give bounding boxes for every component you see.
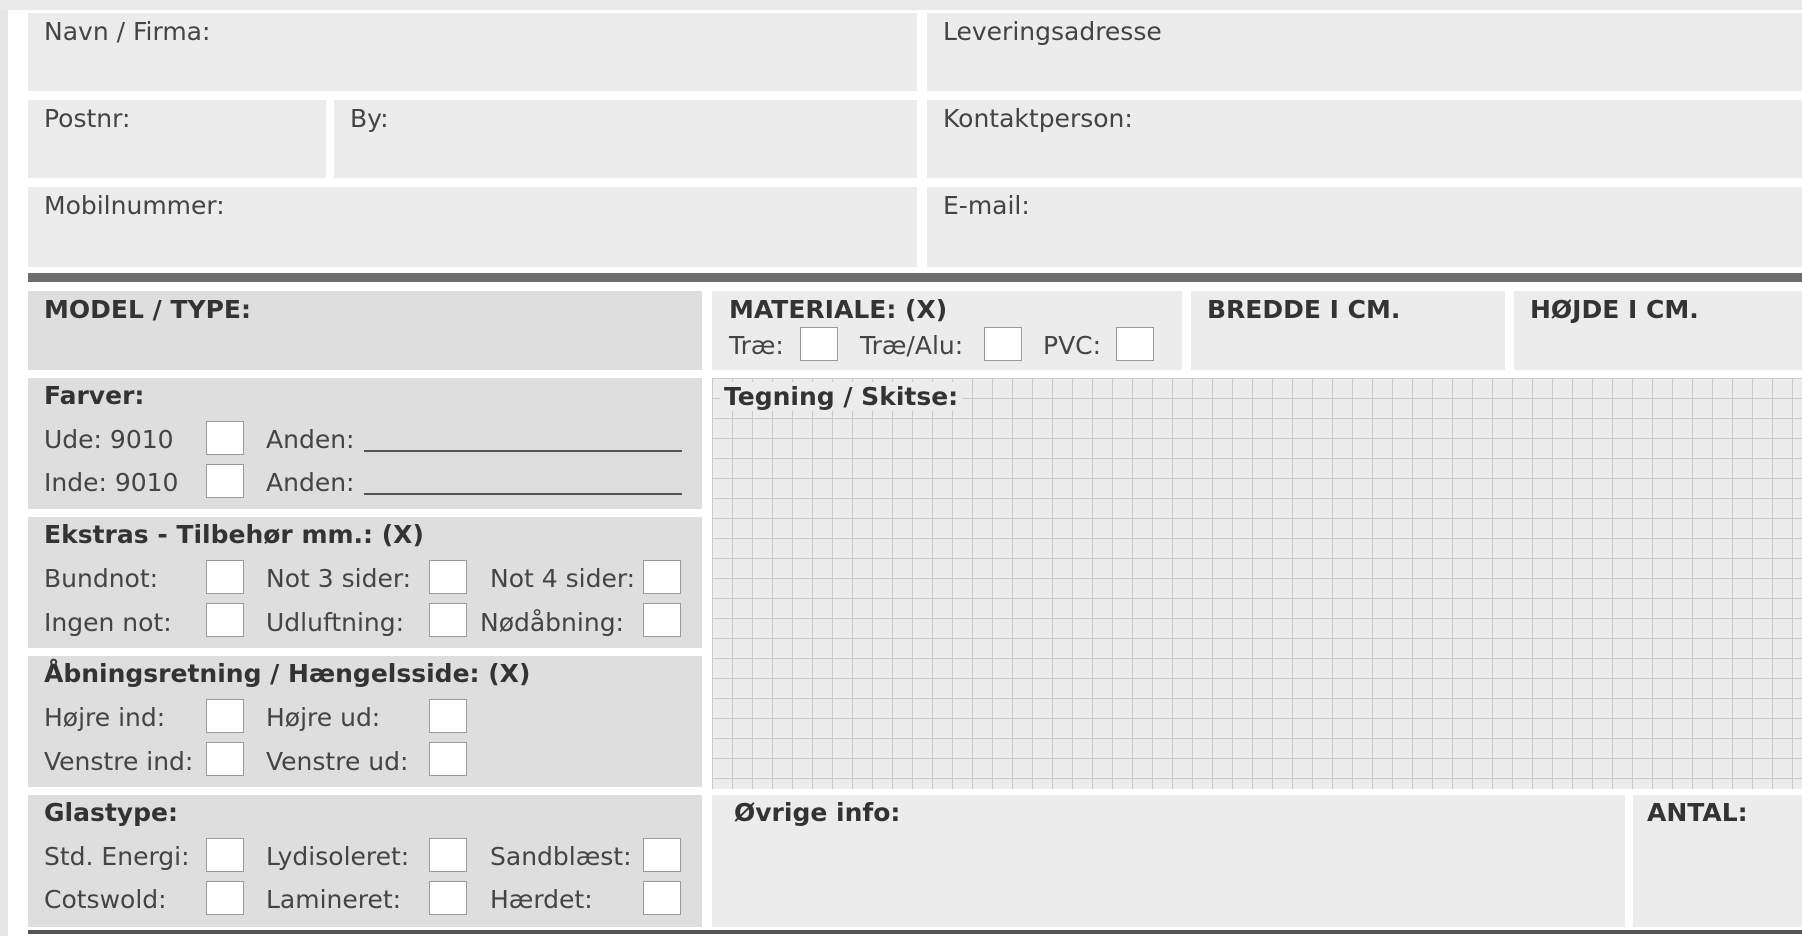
height-field[interactable]: HØJDE I CM. [1514, 291, 1802, 370]
colors-section: Farver: Ude: 9010 Anden: Inde: 9010 Ande… [28, 378, 702, 509]
glass-cots-label: Cotswold: [44, 885, 167, 914]
quantity-label: ANTAL: [1647, 798, 1748, 827]
drawing-grid[interactable]: Tegning / Skitse: [712, 378, 1802, 789]
bundnot-checkbox[interactable] [206, 560, 244, 594]
udluftning-label: Udluftning: [266, 608, 405, 637]
left-out-checkbox[interactable] [429, 742, 467, 776]
material-title: MATERIALE: (X) [729, 295, 948, 324]
ingen-not-checkbox[interactable] [206, 603, 244, 637]
glass-std-label: Std. Energi: [44, 842, 190, 871]
glass-haerdet-checkbox[interactable] [643, 881, 681, 915]
glass-lyd-checkbox[interactable] [429, 838, 467, 872]
width-label: BREDDE I CM. [1207, 295, 1401, 324]
model-type-field[interactable]: MODEL / TYPE: [28, 291, 702, 370]
bottom-border [28, 930, 1802, 934]
not3-checkbox[interactable] [429, 560, 467, 594]
left-out-label: Venstre ud: [266, 747, 409, 776]
order-form: Navn / Firma: Leveringsadresse Postnr: B… [0, 0, 1802, 936]
page-edge-top [0, 0, 1802, 10]
city-field[interactable]: By: [334, 100, 917, 178]
opening-section: Åbningsretning / Hængelsside: (X) Højre … [28, 656, 702, 787]
not4-label: Not 4 sider: [490, 564, 636, 593]
glass-sand-checkbox[interactable] [643, 838, 681, 872]
postnr-field[interactable]: Postnr: [28, 100, 326, 178]
colors-title: Farver: [44, 381, 145, 410]
right-out-label: Højre ud: [266, 703, 381, 732]
extras-section: Ekstras - Tilbehør mm.: (X) Bundnot: Not… [28, 517, 702, 648]
name-field[interactable]: Navn / Firma: [28, 13, 917, 91]
right-in-label: Højre ind: [44, 703, 166, 732]
mobile-field[interactable]: Mobilnummer: [28, 187, 917, 267]
left-in-checkbox[interactable] [206, 742, 244, 776]
glass-lyd-label: Lydisoleret: [266, 842, 410, 871]
height-label: HØJDE I CM. [1530, 295, 1699, 324]
other-info-label: Øvrige info: [734, 798, 901, 827]
glass-title: Glastype: [44, 798, 178, 827]
color-inside-label: Inde: 9010 [44, 468, 179, 497]
color-inside-checkbox[interactable] [206, 464, 244, 498]
ingen-not-label: Ingen not: [44, 608, 172, 637]
glass-section: Glastype: Std. Energi: Lydisoleret: Sand… [28, 795, 702, 927]
nodabning-checkbox[interactable] [643, 603, 681, 637]
mobile-label: Mobilnummer: [44, 191, 225, 220]
color-outside-other-input[interactable] [364, 450, 682, 452]
material-traealu-label: Træ/Alu: [860, 331, 964, 360]
delivery-address-field[interactable]: Leveringsadresse [927, 13, 1802, 91]
contact-person-label: Kontaktperson: [943, 104, 1133, 133]
postnr-label: Postnr: [44, 104, 131, 133]
extras-title: Ekstras - Tilbehør mm.: (X) [44, 520, 424, 549]
email-label: E-mail: [943, 191, 1030, 220]
drawing-label: Tegning / Skitse: [720, 382, 963, 411]
other-info-field[interactable]: Øvrige info: [712, 795, 1625, 927]
glass-haerdet-label: Hærdet: [490, 885, 593, 914]
delivery-address-label: Leveringsadresse [943, 17, 1162, 46]
color-outside-label: Ude: 9010 [44, 425, 174, 454]
glass-cots-checkbox[interactable] [206, 881, 244, 915]
glass-std-checkbox[interactable] [206, 838, 244, 872]
email-field[interactable]: E-mail: [927, 187, 1802, 267]
city-label: By: [350, 104, 389, 133]
width-field[interactable]: BREDDE I CM. [1191, 291, 1505, 370]
material-pvc-checkbox[interactable] [1116, 327, 1154, 361]
color-inside-other-label: Anden: [266, 468, 355, 497]
contact-person-field[interactable]: Kontaktperson: [927, 100, 1802, 178]
udluftning-checkbox[interactable] [429, 603, 467, 637]
opening-title: Åbningsretning / Hængelsside: (X) [44, 659, 531, 688]
color-inside-other-input[interactable] [364, 493, 682, 495]
not3-label: Not 3 sider: [266, 564, 412, 593]
material-section: MATERIALE: (X) Træ: Træ/Alu: PVC: [712, 291, 1182, 370]
model-type-label: MODEL / TYPE: [44, 295, 251, 324]
glass-lam-checkbox[interactable] [429, 881, 467, 915]
material-trae-checkbox[interactable] [800, 327, 838, 361]
nodabning-label: Nødåbning: [480, 608, 624, 637]
page-edge-left [0, 0, 8, 936]
color-outside-checkbox[interactable] [206, 421, 244, 455]
material-traealu-checkbox[interactable] [984, 327, 1022, 361]
left-in-label: Venstre ind: [44, 747, 194, 776]
material-pvc-label: PVC: [1043, 331, 1102, 360]
name-label: Navn / Firma: [44, 17, 211, 46]
glass-lam-label: Lamineret: [266, 885, 402, 914]
material-trae-label: Træ: [729, 331, 784, 360]
quantity-field[interactable]: ANTAL: [1633, 795, 1802, 927]
right-out-checkbox[interactable] [429, 699, 467, 733]
color-outside-other-label: Anden: [266, 425, 355, 454]
bundnot-label: Bundnot: [44, 564, 159, 593]
section-divider [28, 273, 1802, 282]
glass-sand-label: Sandblæst: [490, 842, 632, 871]
not4-checkbox[interactable] [643, 560, 681, 594]
right-in-checkbox[interactable] [206, 699, 244, 733]
